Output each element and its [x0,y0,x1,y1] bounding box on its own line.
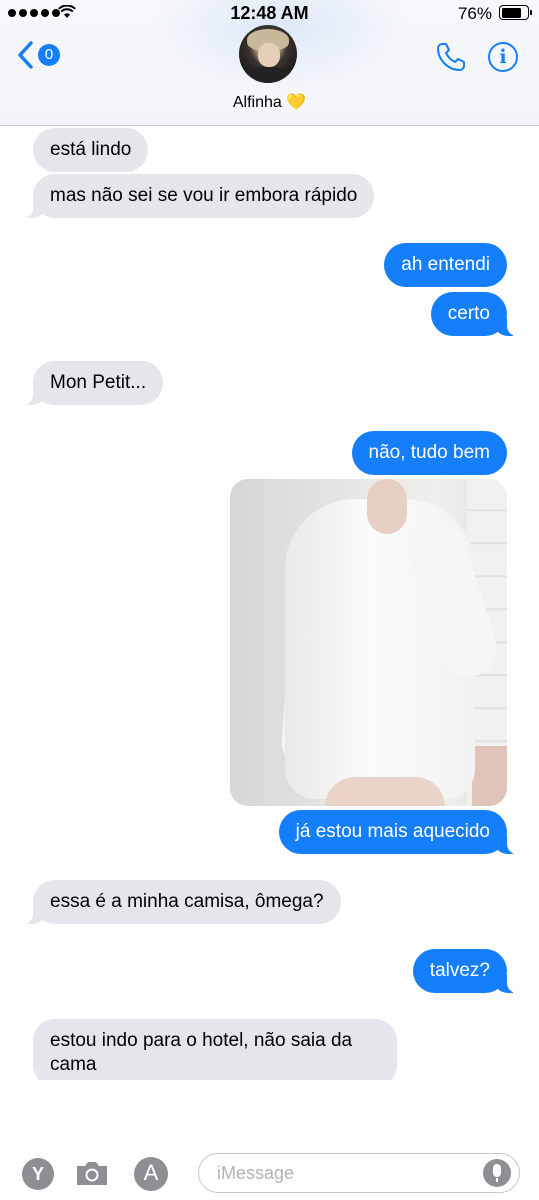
conversation-header: 12:48 AM 76% 0 Alfinha 💛 i [0,0,539,126]
phone-icon[interactable] [434,40,468,74]
microphone-icon[interactable] [483,1159,511,1187]
back-button[interactable]: 0 [16,40,60,70]
contact-name[interactable]: Alfinha 💛 [0,92,539,112]
message-bubble-incoming[interactable]: Mon Petit... [22,361,164,405]
yellow-heart-emoji: 💛 [286,94,307,111]
battery-icon [499,5,532,20]
message-bubble-incoming[interactable]: essa é a minha camisa, ômega? [23,880,341,924]
imessage-placeholder: iMessage [217,1163,295,1183]
compose-bar: Y A iMessage [0,1140,539,1200]
photo-attachment[interactable] [230,479,507,806]
imessage-input[interactable]: iMessage [198,1153,520,1193]
contact-avatar[interactable] [239,25,297,83]
y-app-icon[interactable]: Y [22,1158,54,1190]
message-bubble-outgoing[interactable]: certo [430,292,518,336]
status-bar: 12:48 AM 76% [0,0,539,28]
message-bubble-outgoing[interactable]: ah entendi [384,243,507,287]
message-bubble-outgoing[interactable]: talvez? [412,949,518,993]
message-bubble-incoming[interactable]: está lindo [33,128,149,172]
message-bubble-incoming[interactable]: estou indo para o hotel, não saia da cam… [33,1019,397,1080]
contact-name-label: Alfinha [232,94,282,111]
message-bubble-outgoing[interactable]: não, tudo bem [351,431,507,475]
battery-percentage: 76% [457,4,492,23]
message-bubble-outgoing[interactable]: já estou mais aquecido [278,810,518,854]
app-store-icon[interactable]: A [134,1157,168,1191]
chevron-left-icon [18,41,33,69]
message-thread[interactable]: está lindo mas não sei se vou ir embora … [0,126,539,1080]
unread-count-badge: 0 [38,44,60,66]
camera-icon[interactable] [74,1158,110,1188]
info-icon[interactable]: i [488,42,518,72]
message-bubble-incoming[interactable]: mas não sei se vou ir embora rápido [22,174,375,218]
